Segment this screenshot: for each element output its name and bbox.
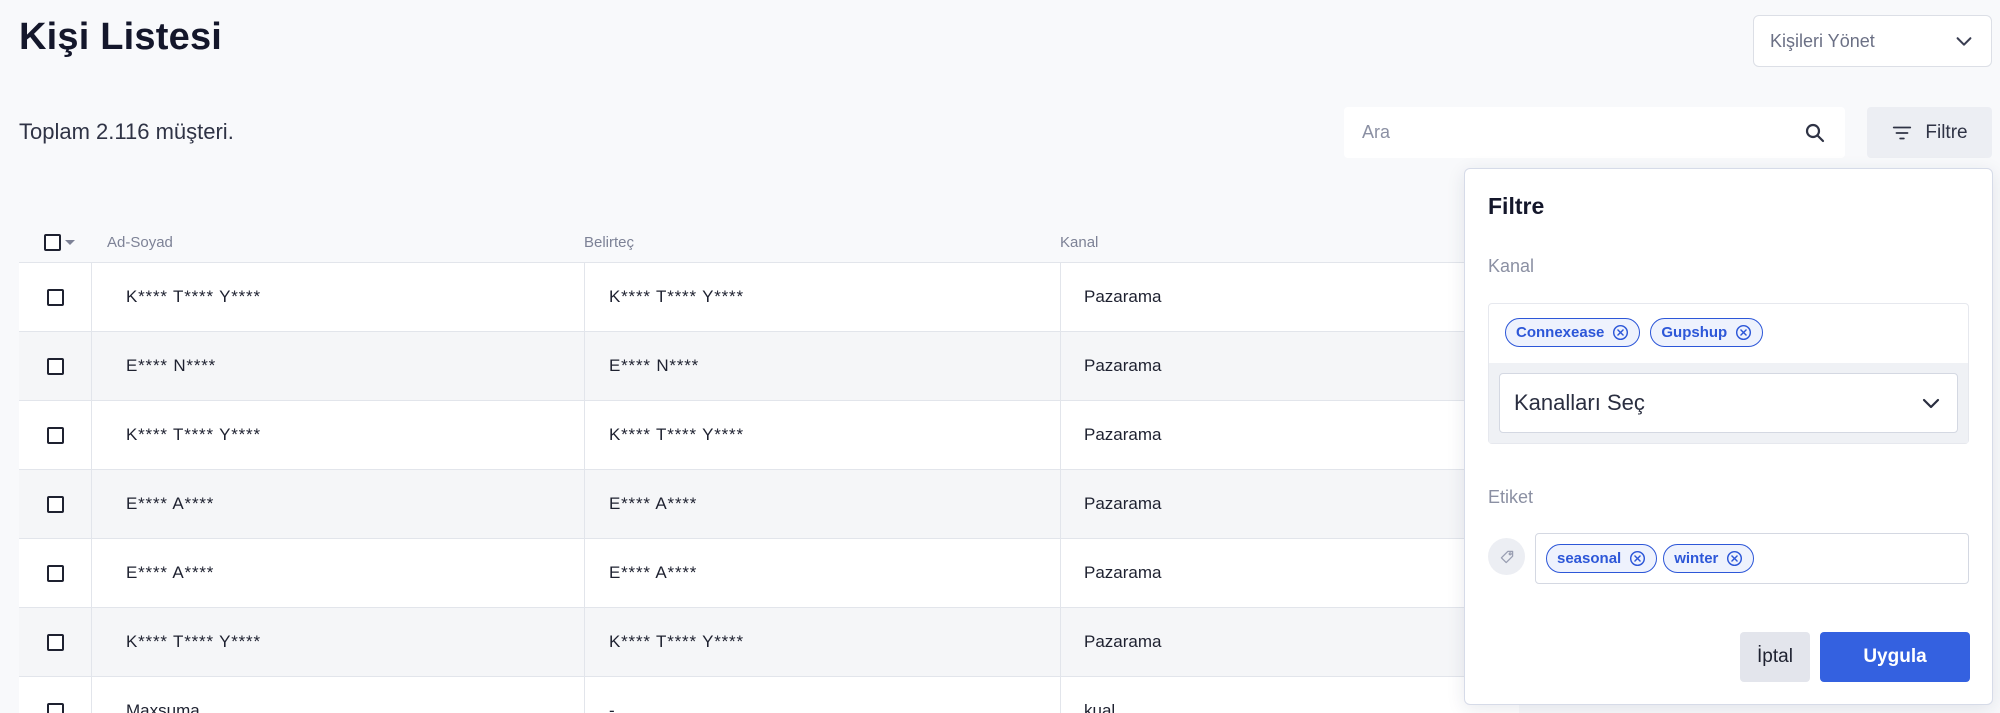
cell-kanal: kual (1084, 701, 1116, 713)
row-checkbox[interactable] (46, 633, 64, 651)
chip-seasonal: seasonal (1546, 544, 1658, 573)
cell-name: K**** T**** Y**** (92, 401, 585, 469)
column-header-name[interactable]: Ad-Soyad (107, 234, 173, 251)
table-row[interactable]: K**** T**** Y**** K**** T**** Y**** Paza… (19, 400, 1519, 469)
cell-kanal: Pazarama (1084, 494, 1162, 513)
cell-name: E**** N**** (92, 332, 585, 400)
close-circle-icon[interactable] (1612, 324, 1629, 341)
row-checkbox[interactable] (46, 495, 64, 513)
select-all-control[interactable] (19, 233, 92, 251)
kanal-select[interactable]: Kanalları Seç (1499, 373, 1958, 433)
etiket-input[interactable]: seasonal winter (1535, 533, 1969, 584)
table-row[interactable]: E**** A**** E**** A**** Pazarama (19, 538, 1519, 607)
chip-label: Gupshup (1661, 324, 1728, 341)
table-row[interactable]: Maxsuma - kual (19, 676, 1519, 713)
total-customers-text: Toplam 2.116 müşteri. (19, 119, 234, 144)
kanal-multiselect: Connexease Gupshup Kanalları Seç (1488, 303, 1969, 444)
cell-kanal: Pazarama (1084, 563, 1162, 582)
filter-panel-title: Filtre (1488, 193, 1545, 219)
etiket-label: Etiket (1488, 487, 1534, 507)
table-row[interactable]: K**** T**** Y**** K**** T**** Y**** Paza… (19, 607, 1519, 676)
tag-icon (1500, 550, 1513, 563)
tag-icon-wrapper (1488, 538, 1525, 575)
page-title: Kişi Listesi (19, 16, 223, 58)
cell-kanal: Pazarama (1084, 356, 1162, 375)
chip-label: seasonal (1557, 550, 1622, 567)
chip-connexease: Connexease (1505, 318, 1641, 347)
cell-identifier: K**** T**** Y**** (585, 608, 1061, 676)
table-row[interactable]: E**** A**** E**** A**** Pazarama (19, 469, 1519, 538)
chip-winter: winter (1663, 544, 1755, 573)
cell-kanal: Pazarama (1084, 287, 1162, 306)
row-checkbox[interactable] (46, 288, 64, 306)
chip-label: winter (1674, 550, 1719, 567)
kanal-label: Kanal (1488, 256, 1535, 276)
cell-identifier: K**** T**** Y**** (585, 263, 1061, 331)
contacts-table: K**** T**** Y**** K**** T**** Y**** Paza… (19, 262, 1519, 713)
chevron-down-icon (1956, 37, 1972, 46)
close-circle-icon[interactable] (1726, 550, 1743, 567)
cell-name: K**** T**** Y**** (92, 608, 585, 676)
filter-panel: Filtre Kanal Connexease Gupshup Kanallar… (1464, 168, 1993, 705)
filter-lines-icon (1893, 126, 1912, 139)
cell-kanal: Pazarama (1084, 425, 1162, 444)
cell-identifier: - (585, 677, 1061, 713)
manage-contacts-label: Kişileri Yönet (1770, 30, 1875, 51)
cell-name: E**** A**** (92, 539, 585, 607)
select-all-checkbox[interactable] (44, 233, 61, 251)
filter-button-label: Filtre (1925, 121, 1968, 143)
search-input[interactable] (1362, 122, 1803, 143)
column-header-kanal[interactable]: Kanal (1060, 234, 1098, 251)
close-circle-icon[interactable] (1735, 324, 1752, 341)
apply-button[interactable]: Uygula (1820, 632, 1970, 682)
caret-down-icon[interactable] (65, 239, 75, 245)
cell-name: E**** A**** (92, 470, 585, 538)
filter-button[interactable]: Filtre (1867, 107, 1992, 158)
cancel-button[interactable]: İptal (1740, 632, 1810, 682)
cell-identifier: E**** N**** (585, 332, 1061, 400)
table-row[interactable]: K**** T**** Y**** K**** T**** Y**** Paza… (19, 262, 1519, 331)
chip-label: Connexease (1516, 324, 1605, 341)
cell-identifier: K**** T**** Y**** (585, 401, 1061, 469)
chevron-down-icon (1922, 398, 1940, 409)
cell-name: K**** T**** Y**** (92, 263, 585, 331)
cell-kanal: Pazarama (1084, 632, 1162, 651)
row-checkbox[interactable] (46, 702, 64, 713)
row-checkbox[interactable] (46, 357, 64, 375)
cell-identifier: E**** A**** (585, 470, 1061, 538)
chip-gupshup: Gupshup (1650, 318, 1764, 347)
search-icon[interactable] (1803, 121, 1827, 145)
cell-name: Maxsuma (92, 677, 585, 713)
column-header-identifier[interactable]: Belirteç (584, 234, 634, 251)
table-row[interactable]: E**** N**** E**** N**** Pazarama (19, 331, 1519, 400)
kanal-chips: Connexease Gupshup (1489, 304, 1968, 364)
row-checkbox[interactable] (46, 564, 64, 582)
cell-identifier: E**** A**** (585, 539, 1061, 607)
row-checkbox[interactable] (46, 426, 64, 444)
manage-contacts-select[interactable]: Kişileri Yönet (1753, 15, 1992, 67)
kanal-select-label: Kanalları Seç (1514, 390, 1645, 415)
search-box[interactable] (1344, 107, 1845, 158)
table-header: Ad-Soyad Belirteç Kanal (19, 222, 1519, 262)
close-circle-icon[interactable] (1629, 550, 1646, 567)
